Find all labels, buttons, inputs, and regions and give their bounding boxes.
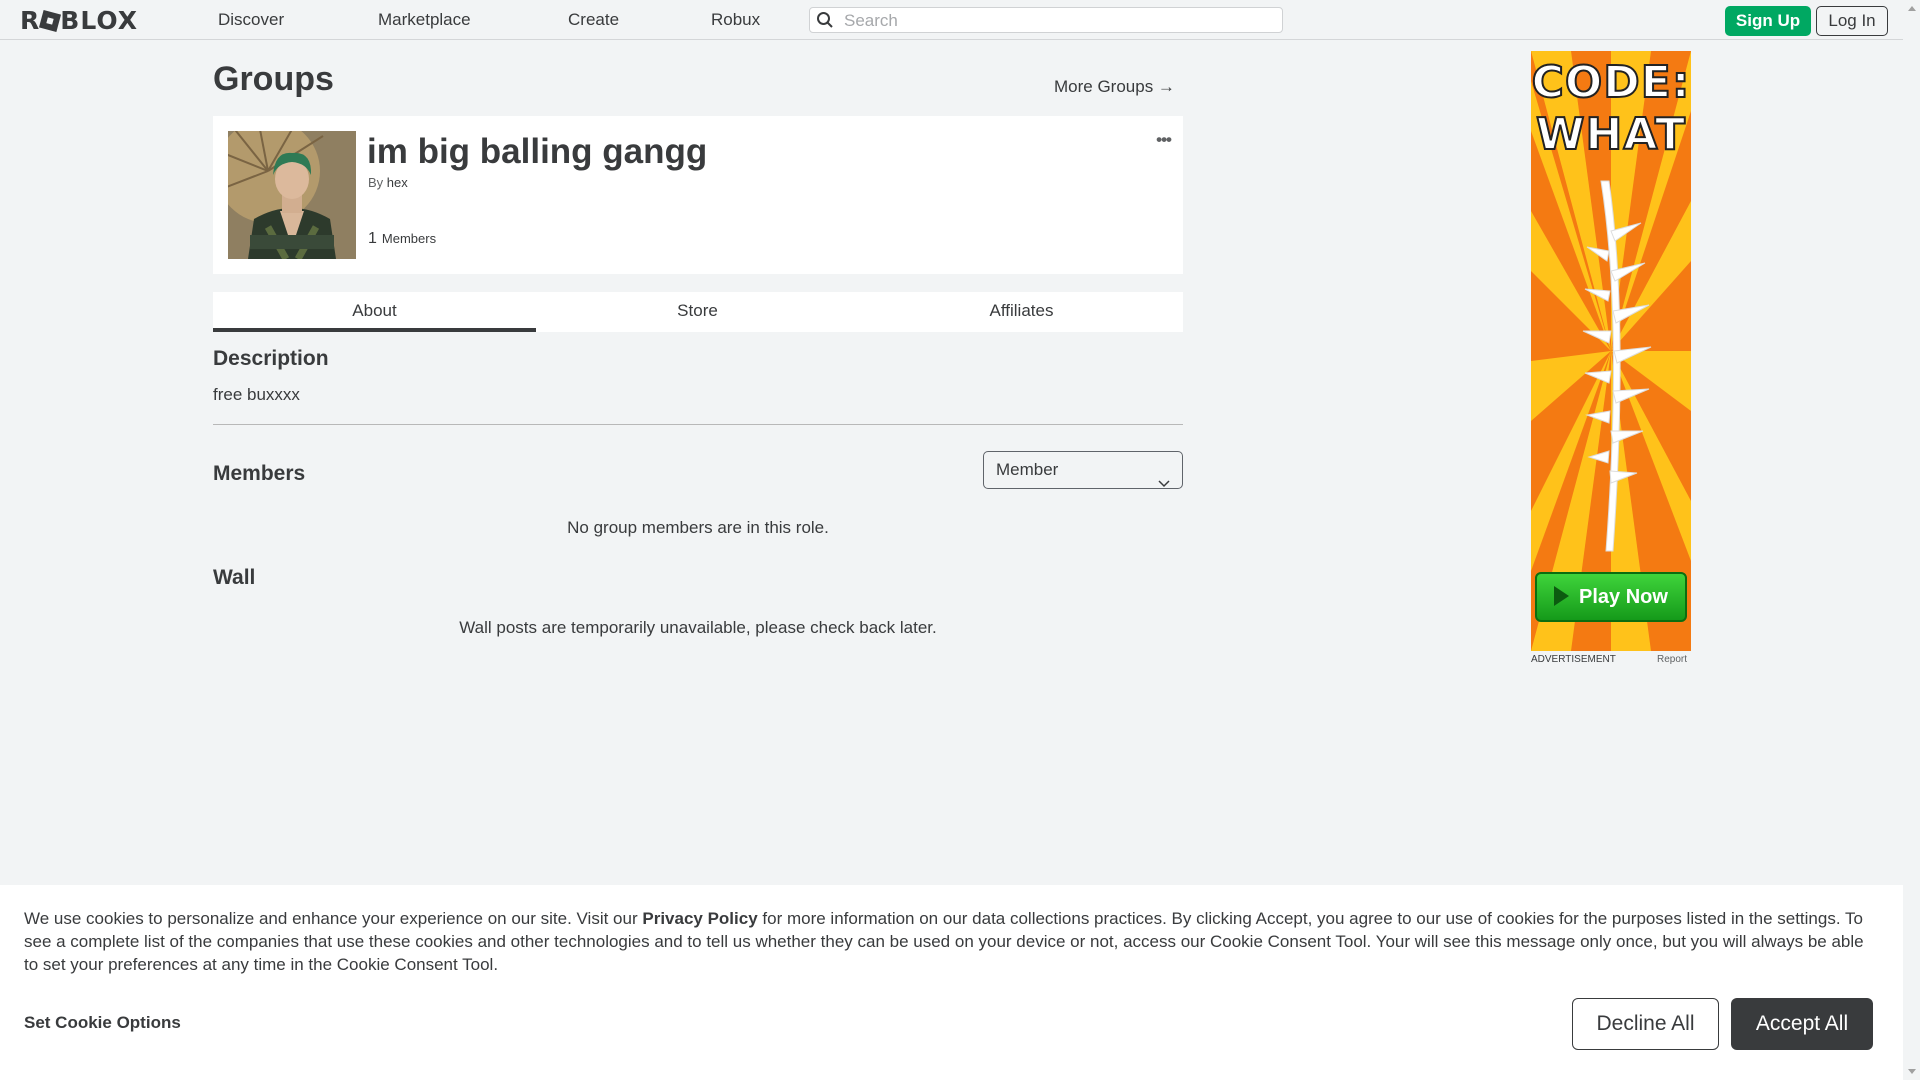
nav-discover[interactable]: Discover (218, 10, 284, 30)
tab-store[interactable]: Store (536, 292, 859, 332)
wall-unavailable-message: Wall posts are temporarily unavailable, … (459, 618, 937, 637)
more-options-icon[interactable]: ••• (1156, 130, 1172, 150)
scroll-down-icon[interactable] (1908, 1069, 1916, 1074)
cookie-consent-banner: We use cookies to personalize and enhanc… (0, 885, 1903, 1080)
roblox-logo[interactable]: R BLOX (20, 6, 138, 35)
ad-headline-1: CODE: (1531, 56, 1691, 109)
ad-play-label: Play Now (1579, 586, 1668, 608)
no-members-message: No group members are in this role. (567, 518, 829, 537)
top-navigation: R BLOX Discover Marketplace Create Robux … (0, 0, 1903, 40)
tab-about[interactable]: About (213, 292, 536, 332)
group-tabs: About Store Affiliates (213, 292, 1183, 332)
nav-create[interactable]: Create (568, 10, 619, 30)
member-count: 1 Members (368, 230, 436, 248)
role-dropdown-value: Member (996, 460, 1059, 479)
member-count-value: 1 (368, 230, 377, 247)
report-ad-link[interactable]: Report (1657, 654, 1687, 665)
group-name: im big balling gangg (367, 132, 708, 171)
nav-marketplace[interactable]: Marketplace (378, 10, 471, 30)
advertisement-banner[interactable]: CODE: WHAT Play Now (1531, 51, 1691, 651)
search-input[interactable] (842, 10, 1276, 32)
members-heading: Members (213, 462, 306, 485)
log-in-button[interactable]: Log In (1816, 6, 1888, 36)
decline-all-button[interactable]: Decline All (1572, 998, 1719, 1050)
group-owner-line: By hex (368, 175, 408, 190)
role-dropdown[interactable]: Member (983, 451, 1183, 489)
search-box[interactable] (809, 7, 1283, 33)
ad-headline-2: WHAT (1535, 108, 1686, 161)
scroll-up-icon[interactable] (1908, 6, 1916, 11)
ad-play-now-button[interactable]: Play Now (1535, 572, 1687, 622)
accept-all-button[interactable]: Accept All (1731, 998, 1873, 1050)
advertisement-label: ADVERTISEMENT (1531, 654, 1616, 665)
cookie-message: We use cookies to personalize and enhanc… (24, 907, 1880, 976)
nav-robux[interactable]: Robux (711, 10, 760, 30)
wall-heading: Wall (213, 566, 256, 589)
description-heading: Description (213, 347, 329, 370)
set-cookie-options-link[interactable]: Set Cookie Options (24, 1013, 181, 1033)
page-scrollbar[interactable] (1903, 0, 1920, 1080)
group-header-card: im big balling gangg By hex 1 Members ••• (213, 116, 1183, 274)
play-icon (1554, 586, 1570, 606)
cookie-text-start: We use cookies to personalize and enhanc… (24, 909, 643, 928)
more-groups-link[interactable]: More Groups → (1054, 77, 1175, 97)
search-icon (816, 11, 834, 34)
privacy-policy-link[interactable]: Privacy Policy (642, 909, 757, 928)
page-title: Groups (213, 60, 334, 98)
sign-up-button[interactable]: Sign Up (1725, 6, 1811, 36)
member-count-label: Members (381, 231, 437, 246)
section-divider (213, 424, 1183, 425)
chevron-down-icon (1158, 465, 1170, 501)
tab-affiliates[interactable]: Affiliates (860, 292, 1183, 332)
group-emblem-image (228, 131, 356, 259)
by-label: By (368, 175, 384, 190)
group-description: free buxxxx (213, 385, 300, 404)
group-owner-link[interactable]: hex (387, 175, 408, 190)
